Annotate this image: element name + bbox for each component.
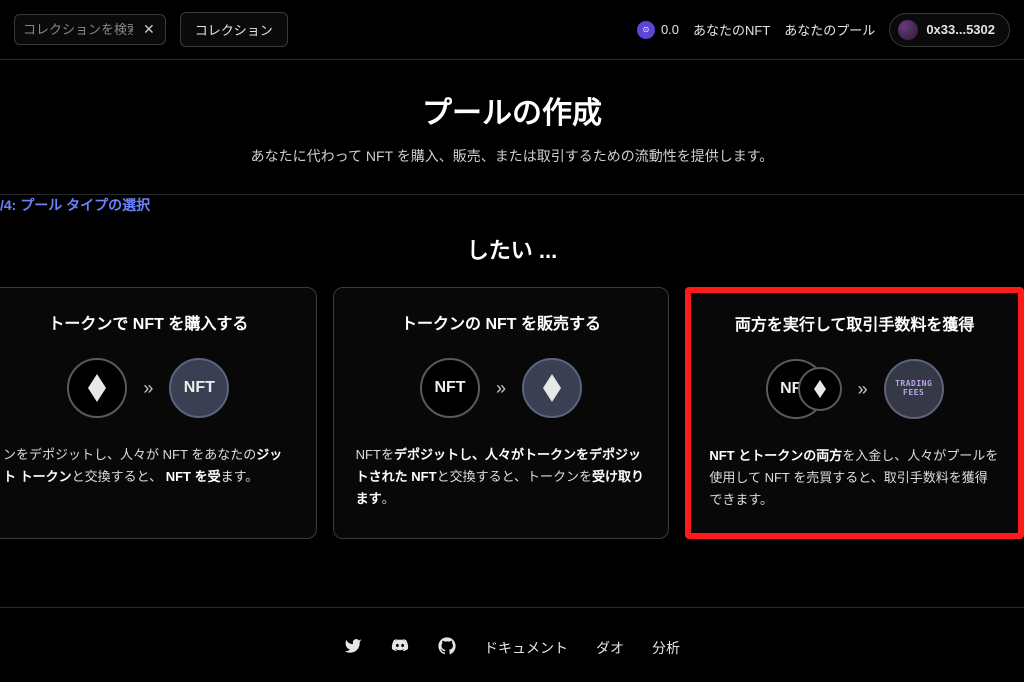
card-icon-row: » NFT xyxy=(3,358,294,418)
wallet-avatar-icon xyxy=(898,20,918,40)
want-heading: したい ... xyxy=(0,233,1024,265)
chevron-right-icon: » xyxy=(496,378,506,399)
eth-icon xyxy=(522,358,582,418)
trading-fees-icon: TRADINGFEES xyxy=(884,359,944,419)
card-description: NFT とトークンの両方を入金し、人々がプールを使用して NFT を売買すると、… xyxy=(709,445,1000,511)
footer-analytics[interactable]: 分析 xyxy=(652,638,680,658)
nft-icon: NFT xyxy=(420,358,480,418)
footer-dao[interactable]: ダオ xyxy=(596,638,624,658)
eth-icon xyxy=(67,358,127,418)
close-icon[interactable]: ✕ xyxy=(141,21,157,38)
card-trading-fees[interactable]: 両方を実行して取引手数料を獲得 NFT » TRADINGFEES NFT とト… xyxy=(685,287,1024,539)
card-icon-row: NFT » TRADINGFEES xyxy=(709,359,1000,419)
page-title: プールの作成 xyxy=(0,88,1024,132)
card-sell-nft[interactable]: トークンの NFT を販売する NFT » NFTをデポジットし、人々がトークン… xyxy=(333,287,670,539)
nav-your-nft[interactable]: あなたのNFT xyxy=(693,20,770,39)
search-input[interactable] xyxy=(23,22,133,37)
collection-button[interactable]: コレクション xyxy=(180,12,288,47)
footer-docs[interactable]: ドキュメント xyxy=(484,638,568,658)
footer: ドキュメント ダオ 分析 xyxy=(0,637,1024,658)
footer-divider xyxy=(0,607,1024,608)
twitter-icon[interactable] xyxy=(344,637,362,658)
search-box[interactable]: ✕ xyxy=(14,14,166,45)
card-title: 両方を実行して取引手数料を獲得 xyxy=(709,311,1000,335)
chevron-right-icon: » xyxy=(143,378,153,399)
nav-your-pool[interactable]: あなたのプール xyxy=(784,20,875,39)
wallet-address: 0x33...5302 xyxy=(926,22,995,37)
card-description: ンをデポジットし、人々が NFT をあなたのジット トークンと交換すると、 NF… xyxy=(3,444,294,488)
card-icon-row: NFT » xyxy=(356,358,647,418)
balance-token-icon: ⊙ xyxy=(637,21,655,39)
step-label: /4: プール タイプの選択 xyxy=(0,195,1024,215)
card-title: トークンで NFT を購入する xyxy=(3,310,294,334)
nft-icon: NFT xyxy=(169,358,229,418)
balance-display: ⊙ 0.0 xyxy=(637,21,679,39)
chevron-right-icon: » xyxy=(858,379,868,400)
pool-type-cards: トークンで NFT を購入する » NFT ンをデポジットし、人々が NFT を… xyxy=(0,287,1024,539)
top-bar: ✕ コレクション ⊙ 0.0 あなたのNFT あなたのプール 0x33...53… xyxy=(0,0,1024,59)
card-title: トークンの NFT を販売する xyxy=(356,310,647,334)
card-buy-nft[interactable]: トークンで NFT を購入する » NFT ンをデポジットし、人々が NFT を… xyxy=(0,287,317,539)
main-content: プールの作成 あなたに代わって NFT を購入、販売、または取引するための流動性… xyxy=(0,60,1024,539)
eth-icon xyxy=(798,367,842,411)
balance-value: 0.0 xyxy=(661,22,679,37)
card-description: NFTをデポジットし、人々がトークンをデポジットされた NFTと交換すると、トー… xyxy=(356,444,647,510)
wallet-button[interactable]: 0x33...5302 xyxy=(889,13,1010,47)
discord-icon[interactable] xyxy=(390,637,410,658)
page-subtitle: あなたに代わって NFT を購入、販売、または取引するための流動性を提供します。 xyxy=(0,146,1024,166)
github-icon[interactable] xyxy=(438,637,456,658)
